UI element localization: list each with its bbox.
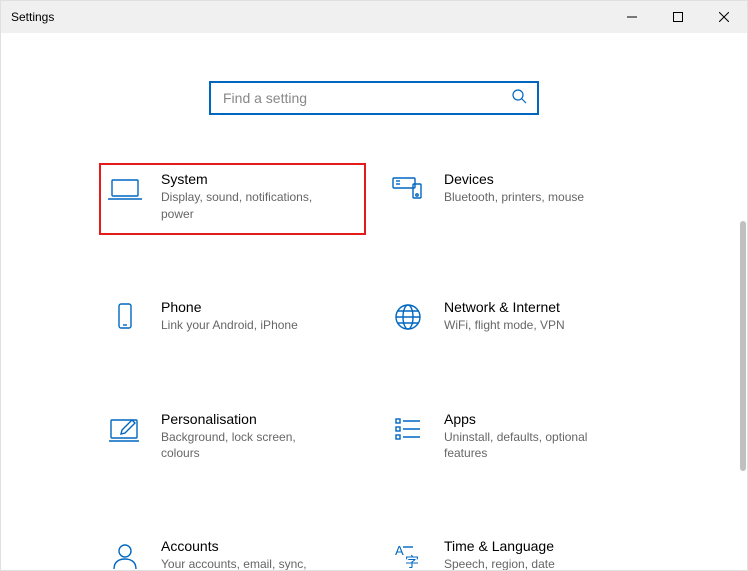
category-title: Time & Language: [444, 538, 555, 554]
category-devices[interactable]: Devices Bluetooth, printers, mouse: [384, 165, 647, 233]
category-text: Phone Link your Android, iPhone: [161, 299, 298, 334]
category-desc: Background, lock screen, colours: [161, 429, 331, 463]
search-input[interactable]: [221, 89, 511, 107]
category-personalisation[interactable]: Personalisation Background, lock screen,…: [101, 405, 364, 473]
accounts-icon: [107, 538, 143, 571]
system-icon: [107, 171, 143, 207]
category-text: Personalisation Background, lock screen,…: [161, 411, 331, 463]
phone-icon: [107, 299, 143, 335]
category-title: Phone: [161, 299, 298, 315]
category-title: Apps: [444, 411, 614, 427]
category-title: Personalisation: [161, 411, 331, 427]
category-text: Network & Internet WiFi, flight mode, VP…: [444, 299, 565, 334]
category-desc: WiFi, flight mode, VPN: [444, 317, 565, 334]
category-grid: System Display, sound, notifications, po…: [101, 165, 647, 571]
category-system[interactable]: System Display, sound, notifications, po…: [101, 165, 364, 233]
search-box[interactable]: [209, 81, 539, 115]
category-desc: Link your Android, iPhone: [161, 317, 298, 334]
category-title: System: [161, 171, 331, 187]
time-language-icon: A字: [390, 538, 426, 571]
content-area: System Display, sound, notifications, po…: [1, 81, 747, 571]
maximize-button[interactable]: [655, 1, 701, 33]
window-title: Settings: [11, 10, 54, 24]
category-title: Accounts: [161, 538, 331, 554]
devices-icon: [390, 171, 426, 207]
category-desc: Display, sound, notifications, power: [161, 189, 331, 223]
category-time-language[interactable]: A字 Time & Language Speech, region, date: [384, 532, 647, 571]
category-accounts[interactable]: Accounts Your accounts, email, sync, wor…: [101, 532, 364, 571]
category-apps[interactable]: Apps Uninstall, defaults, optional featu…: [384, 405, 647, 473]
category-desc: Your accounts, email, sync, work, family: [161, 556, 331, 571]
category-title: Network & Internet: [444, 299, 565, 315]
apps-icon: [390, 411, 426, 447]
svg-text:字: 字: [405, 554, 419, 570]
svg-text:A: A: [395, 543, 404, 558]
category-text: Accounts Your accounts, email, sync, wor…: [161, 538, 331, 571]
search-wrap: [1, 81, 747, 115]
minimize-icon: [627, 12, 637, 22]
category-network[interactable]: Network & Internet WiFi, flight mode, VP…: [384, 293, 647, 345]
category-phone[interactable]: Phone Link your Android, iPhone: [101, 293, 364, 345]
category-text: Time & Language Speech, region, date: [444, 538, 555, 571]
category-desc: Speech, region, date: [444, 556, 555, 571]
titlebar: Settings: [1, 1, 747, 33]
close-icon: [719, 12, 729, 22]
category-title: Devices: [444, 171, 584, 187]
category-text: Devices Bluetooth, printers, mouse: [444, 171, 584, 206]
settings-window: Settings: [0, 0, 748, 571]
category-text: System Display, sound, notifications, po…: [161, 171, 331, 223]
personalisation-icon: [107, 411, 143, 447]
maximize-icon: [673, 12, 683, 22]
window-controls: [609, 1, 747, 33]
category-text: Apps Uninstall, defaults, optional featu…: [444, 411, 614, 463]
network-icon: [390, 299, 426, 335]
category-desc: Uninstall, defaults, optional features: [444, 429, 614, 463]
scrollbar-thumb[interactable]: [740, 221, 746, 471]
minimize-button[interactable]: [609, 1, 655, 33]
category-desc: Bluetooth, printers, mouse: [444, 189, 584, 206]
close-button[interactable]: [701, 1, 747, 33]
search-icon: [511, 88, 527, 109]
